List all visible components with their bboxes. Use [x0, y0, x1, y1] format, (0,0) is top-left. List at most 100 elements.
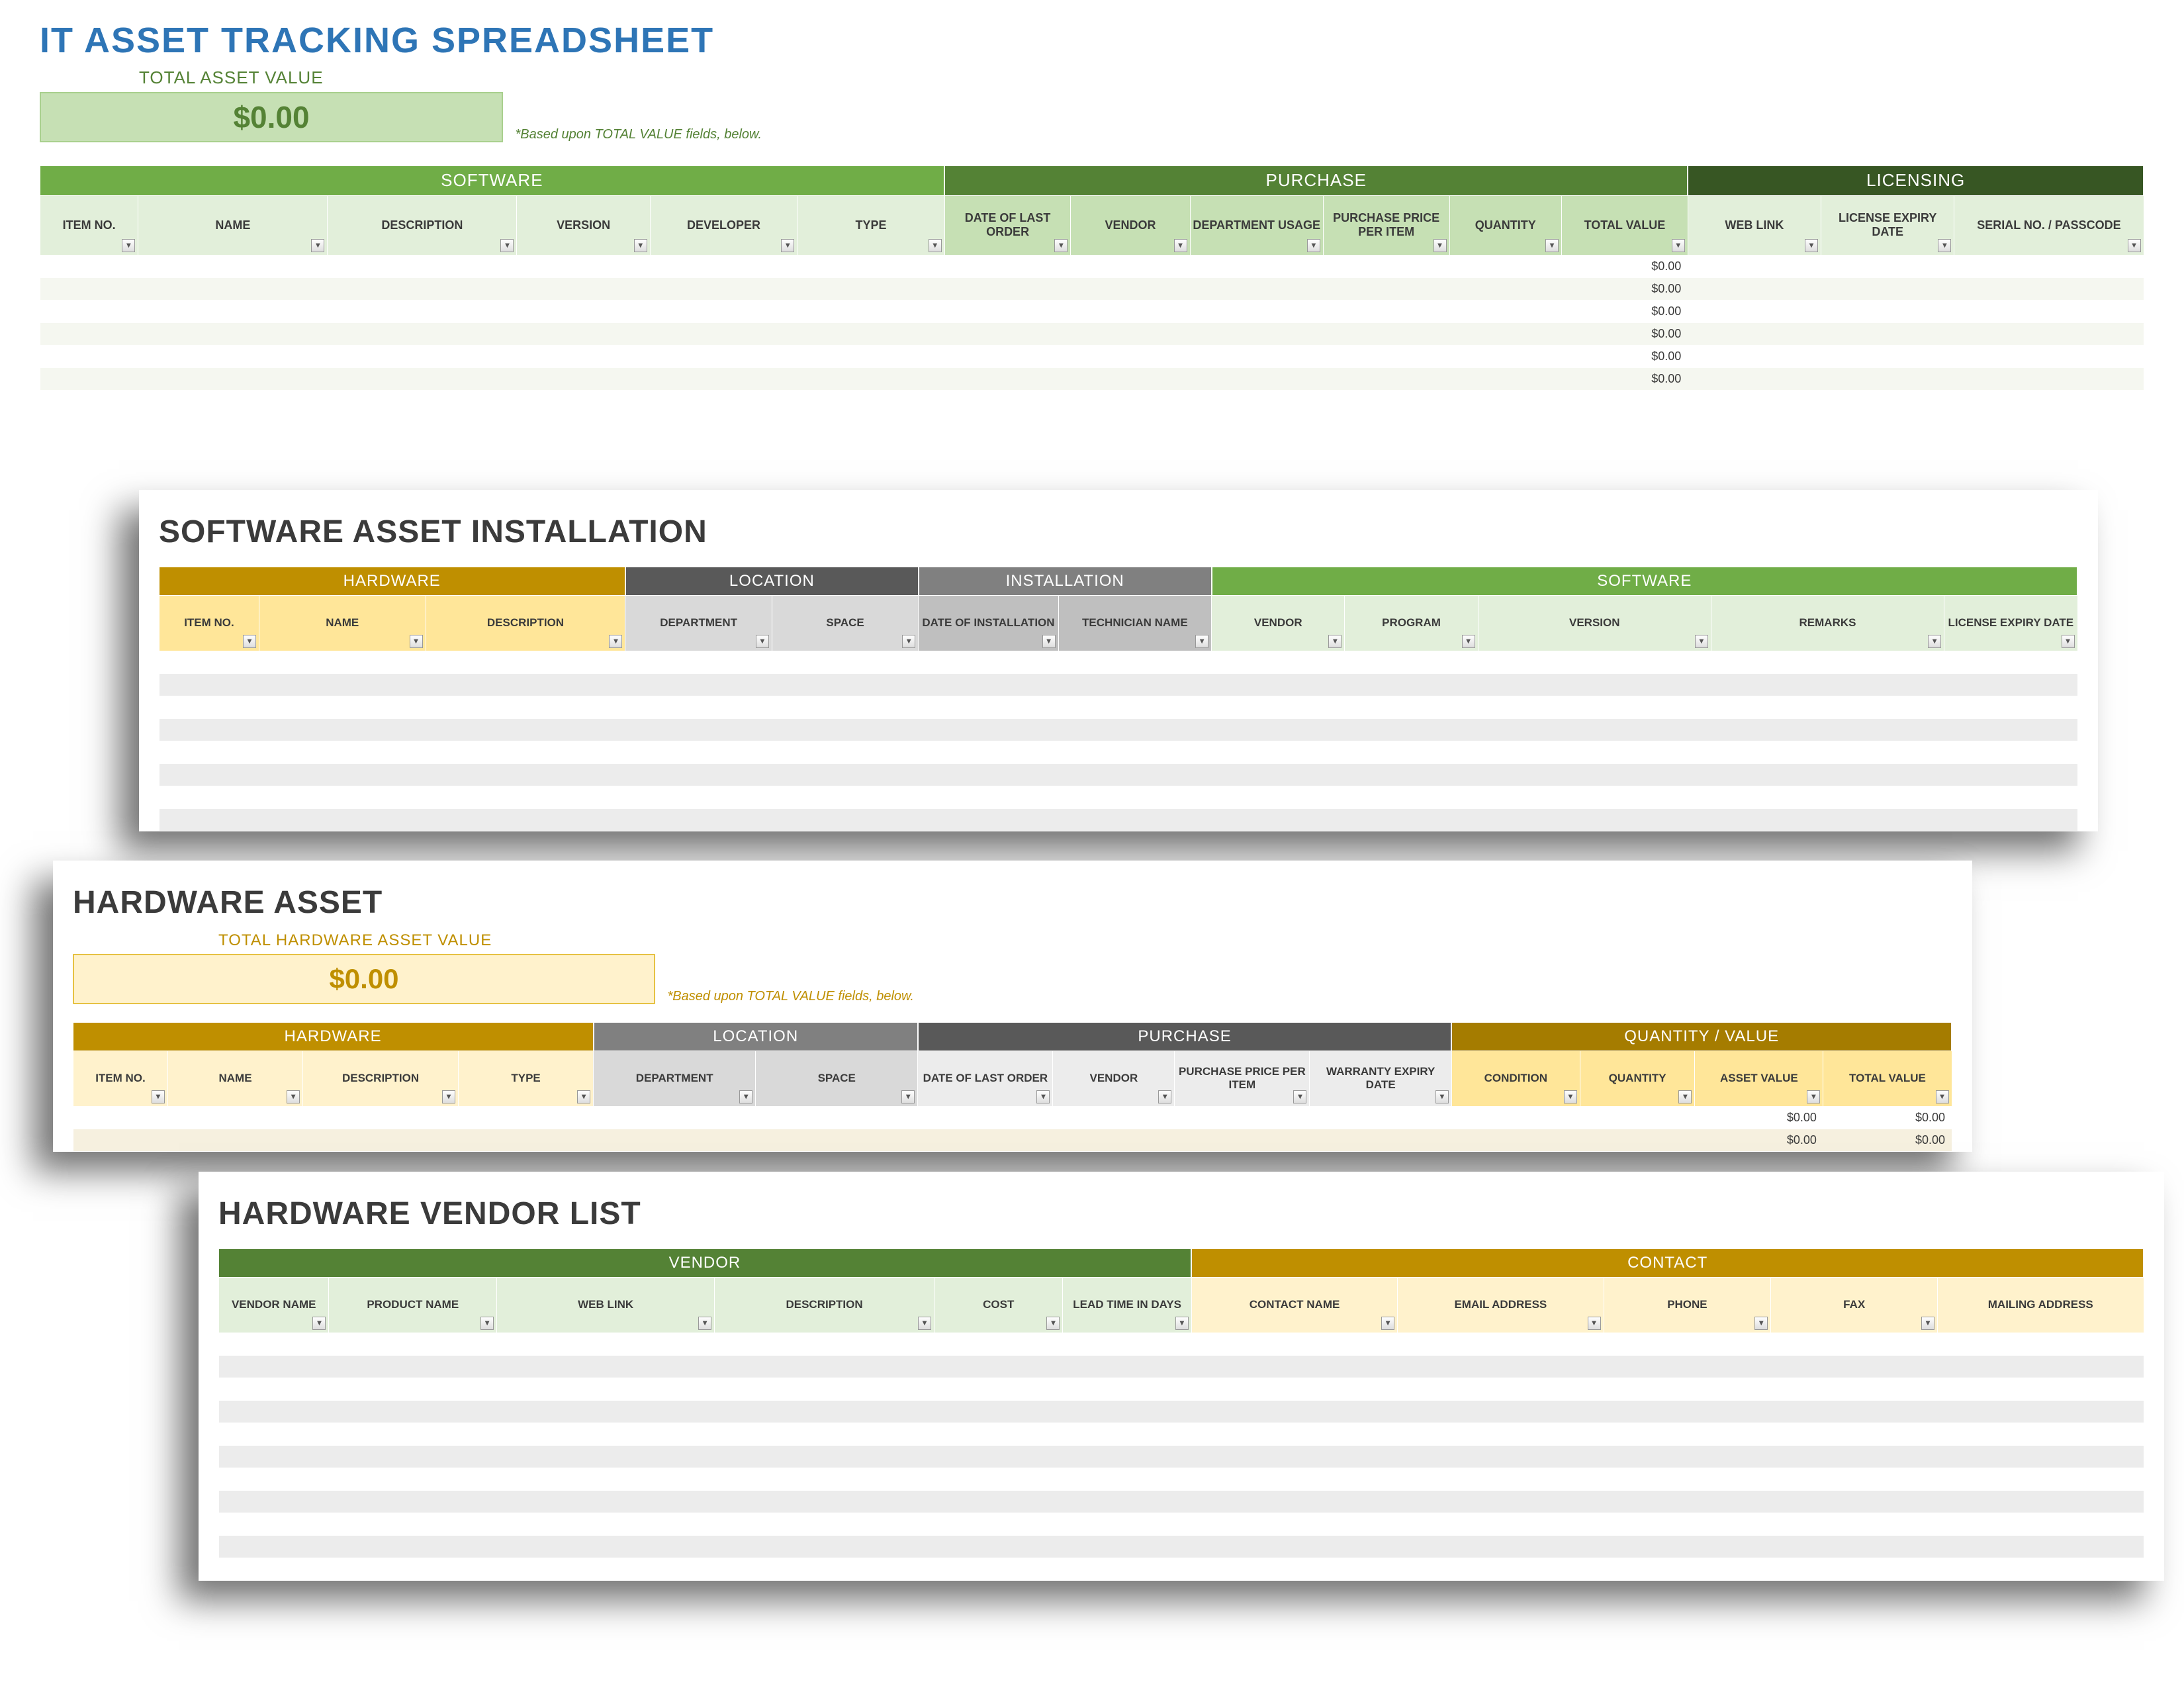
cell[interactable] — [918, 1106, 1053, 1129]
cell[interactable] — [934, 1378, 1063, 1400]
filter-dropdown-icon[interactable]: ▾ — [756, 635, 769, 648]
cell[interactable] — [1190, 300, 1323, 322]
filter-dropdown-icon[interactable]: ▾ — [500, 239, 514, 252]
cell[interactable] — [167, 1129, 302, 1151]
cell[interactable] — [1771, 1490, 1938, 1513]
cell[interactable] — [1604, 1400, 1771, 1423]
cell[interactable] — [497, 1355, 715, 1378]
cell[interactable] — [1604, 1558, 1771, 1580]
cell[interactable] — [797, 277, 944, 300]
cell[interactable] — [219, 1490, 329, 1513]
cell[interactable] — [1345, 763, 1478, 786]
cell[interactable] — [1191, 1535, 1397, 1558]
cell[interactable] — [517, 345, 650, 367]
cell[interactable] — [1063, 1355, 1191, 1378]
filter-dropdown-icon[interactable]: ▾ — [1921, 1317, 1934, 1330]
cell[interactable] — [426, 718, 625, 741]
filter-dropdown-icon[interactable]: ▾ — [1938, 239, 1951, 252]
filter-dropdown-icon[interactable]: ▾ — [609, 635, 622, 648]
cell[interactable]: $0.00 — [1562, 367, 1688, 390]
cell[interactable] — [329, 1355, 497, 1378]
cell[interactable] — [1604, 1378, 1771, 1400]
cell[interactable] — [1398, 1558, 1604, 1580]
cell[interactable] — [1604, 1468, 1771, 1490]
cell[interactable] — [329, 1468, 497, 1490]
cell[interactable] — [159, 808, 259, 831]
cell[interactable] — [1771, 1378, 1938, 1400]
cell[interactable] — [625, 741, 772, 763]
table-row[interactable] — [159, 673, 2078, 696]
cell[interactable] — [1310, 1129, 1451, 1151]
cell[interactable] — [40, 322, 138, 345]
cell[interactable] — [159, 718, 259, 741]
cell[interactable] — [138, 255, 328, 277]
col-license-expiry[interactable]: LICENSE EXPIRY DATE▾ — [1944, 595, 2077, 651]
filter-dropdown-icon[interactable]: ▾ — [287, 1090, 300, 1103]
col-vendor[interactable]: VENDOR▾ — [1071, 195, 1190, 255]
col-description[interactable]: DESCRIPTION▾ — [328, 195, 517, 255]
cell[interactable] — [715, 1355, 934, 1378]
cell[interactable] — [426, 786, 625, 808]
cell[interactable] — [40, 255, 138, 277]
cell[interactable] — [1449, 322, 1562, 345]
cell[interactable] — [1212, 696, 1345, 718]
cell[interactable] — [1821, 255, 1954, 277]
table-row[interactable] — [159, 651, 2078, 673]
cell[interactable] — [1191, 1468, 1397, 1490]
cell[interactable] — [1345, 718, 1478, 741]
cell[interactable] — [426, 673, 625, 696]
cell[interactable] — [756, 1106, 918, 1129]
cell[interactable] — [517, 277, 650, 300]
cell[interactable] — [219, 1558, 329, 1580]
cell[interactable] — [1944, 718, 2077, 741]
cell[interactable] — [1771, 1423, 1938, 1445]
cell[interactable]: $0.00 — [1562, 277, 1688, 300]
cell[interactable] — [1938, 1378, 2144, 1400]
cell[interactable] — [934, 1490, 1063, 1513]
cell[interactable] — [219, 1378, 329, 1400]
col-item-no[interactable]: ITEM NO.▾ — [73, 1051, 168, 1106]
cell[interactable] — [1071, 345, 1190, 367]
col-web-link[interactable]: WEB LINK▾ — [497, 1277, 715, 1333]
cell[interactable] — [219, 1445, 329, 1468]
cell[interactable] — [1190, 345, 1323, 367]
cell[interactable] — [1821, 345, 1954, 367]
cell[interactable] — [1058, 786, 1211, 808]
cell[interactable] — [1398, 1490, 1604, 1513]
cell[interactable] — [594, 1129, 756, 1151]
cell[interactable] — [1580, 1106, 1695, 1129]
cell[interactable] — [1323, 277, 1449, 300]
col-phone[interactable]: PHONE▾ — [1604, 1277, 1771, 1333]
cell[interactable] — [138, 300, 328, 322]
table-row[interactable]: $0.00 — [40, 277, 2144, 300]
col-email[interactable]: EMAIL ADDRESS▾ — [1398, 1277, 1604, 1333]
table-row[interactable] — [219, 1400, 2144, 1423]
cell[interactable] — [715, 1468, 934, 1490]
table-row[interactable] — [219, 1513, 2144, 1535]
cell[interactable] — [1954, 300, 2144, 322]
table-row[interactable]: $0.00 — [40, 322, 2144, 345]
cell[interactable] — [328, 322, 517, 345]
cell[interactable] — [1398, 1378, 1604, 1400]
cell[interactable] — [219, 1423, 329, 1445]
filter-dropdown-icon[interactable]: ▾ — [1293, 1090, 1306, 1103]
cell[interactable] — [259, 786, 426, 808]
cell[interactable] — [219, 1468, 329, 1490]
cell[interactable] — [1323, 300, 1449, 322]
cell[interactable] — [1938, 1445, 2144, 1468]
cell[interactable] — [1604, 1355, 1771, 1378]
filter-dropdown-icon[interactable]: ▾ — [1328, 635, 1342, 648]
table-row[interactable] — [159, 718, 2078, 741]
col-description[interactable]: DESCRIPTION▾ — [715, 1277, 934, 1333]
cell[interactable]: $0.00 — [1823, 1106, 1952, 1129]
cell[interactable] — [1711, 786, 1944, 808]
cell[interactable] — [1398, 1513, 1604, 1535]
filter-dropdown-icon[interactable]: ▾ — [1672, 239, 1685, 252]
cell[interactable] — [1063, 1378, 1191, 1400]
cell[interactable] — [1938, 1558, 2144, 1580]
cell[interactable] — [1938, 1400, 2144, 1423]
cell[interactable] — [1478, 651, 1711, 673]
cell[interactable] — [1478, 696, 1711, 718]
cell[interactable] — [40, 277, 138, 300]
cell[interactable] — [219, 1513, 329, 1535]
